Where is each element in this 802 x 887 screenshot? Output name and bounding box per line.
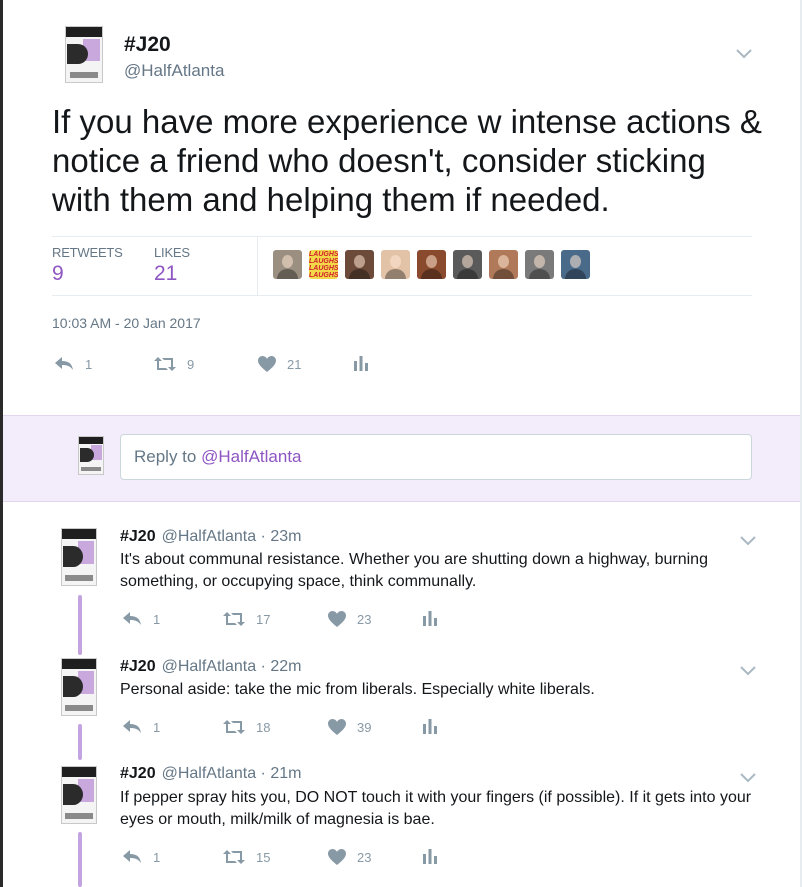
- retweet-button[interactable]: 17: [222, 610, 270, 628]
- reply-author-name[interactable]: #J20: [120, 528, 156, 545]
- reply-icon: [123, 720, 141, 733]
- like-button[interactable]: 21: [257, 355, 301, 373]
- reply-author-name[interactable]: #J20: [120, 765, 156, 782]
- like-button[interactable]: 23: [327, 610, 371, 628]
- author-name[interactable]: #J20: [124, 33, 171, 57]
- retweet-icon: [223, 850, 245, 864]
- reply-author-handle[interactable]: @HalfAtlanta · 23m: [162, 528, 302, 545]
- like-button[interactable]: 39: [327, 718, 371, 736]
- liker-avatar[interactable]: [561, 250, 590, 279]
- liker-avatar[interactable]: [525, 250, 554, 279]
- thread-line: [78, 832, 82, 887]
- analytics-button[interactable]: [422, 610, 438, 626]
- like-count: 21: [287, 356, 302, 372]
- reply-avatar[interactable]: [61, 658, 97, 716]
- analytics-button[interactable]: [422, 718, 438, 734]
- analytics-button[interactable]: [422, 848, 438, 864]
- retweet-icon: [223, 612, 245, 626]
- liker-avatar[interactable]: [273, 250, 302, 279]
- liker-avatar[interactable]: [489, 250, 518, 279]
- like-count: 39: [357, 719, 372, 735]
- author-handle[interactable]: @HalfAtlanta: [124, 61, 224, 81]
- retweet-button[interactable]: 18: [222, 718, 270, 736]
- analytics-icon: [423, 849, 437, 864]
- my-avatar[interactable]: [78, 436, 104, 475]
- reply-avatar[interactable]: [61, 528, 97, 586]
- reply-icon: [55, 357, 73, 370]
- retweet-icon: [154, 357, 176, 371]
- reply-count: 1: [153, 611, 161, 627]
- retweet-button[interactable]: 9: [153, 355, 194, 373]
- reply-header: #J20 @HalfAtlanta · 23m: [120, 528, 301, 546]
- reply-count: 1: [153, 849, 161, 865]
- chevron-down-icon[interactable]: [740, 661, 756, 679]
- thread-line: [78, 595, 82, 655]
- reply-input[interactable]: Reply to @HalfAtlanta: [120, 434, 752, 480]
- avatar[interactable]: [65, 26, 103, 83]
- reply-count: 1: [85, 356, 93, 372]
- like-count: 23: [357, 849, 372, 865]
- reply-text: It's about communal resistance. Whether …: [120, 551, 708, 590]
- analytics-button[interactable]: [353, 355, 369, 371]
- retweet-icon: [223, 720, 245, 734]
- reply-placeholder: Reply to: [134, 447, 202, 466]
- retweet-count: 15: [256, 849, 271, 865]
- liker-avatar[interactable]: [417, 250, 446, 279]
- reply-author-name[interactable]: #J20: [120, 658, 156, 675]
- laughs-text: LAUGHS LAUGHS LAUGHS LAUGHS: [309, 251, 338, 279]
- reply-button[interactable]: 1: [121, 848, 160, 866]
- like-button[interactable]: 23: [327, 848, 371, 866]
- stat-divider: [257, 237, 258, 295]
- reply-header: #J20 @HalfAtlanta · 22m: [120, 658, 301, 676]
- reply-mention: @HalfAtlanta: [201, 447, 302, 466]
- liker-avatar[interactable]: [453, 250, 482, 279]
- reply-button[interactable]: 1: [121, 610, 160, 628]
- thread-line: [78, 724, 82, 760]
- like-count: 23: [357, 611, 372, 627]
- likes-label: LIKES: [154, 245, 190, 260]
- reply-button[interactable]: 1: [53, 355, 92, 373]
- retweet-count: 9: [187, 356, 195, 372]
- divider: [52, 295, 752, 296]
- heart-icon: [328, 719, 346, 735]
- divider: [52, 236, 752, 237]
- reply-avatar[interactable]: [61, 766, 97, 824]
- reply-button[interactable]: 1: [121, 718, 160, 736]
- retweets-count[interactable]: 9: [52, 262, 64, 286]
- reply-icon: [123, 850, 141, 863]
- chevron-down-icon[interactable]: [740, 768, 756, 786]
- retweet-count: 17: [256, 611, 271, 627]
- reply-author-handle[interactable]: @HalfAtlanta · 21m: [162, 765, 302, 782]
- retweets-label: RETWEETS: [52, 245, 123, 260]
- heart-icon: [328, 611, 346, 627]
- reply-icon: [123, 612, 141, 625]
- reply-count: 1: [153, 719, 161, 735]
- reply-author-handle[interactable]: @HalfAtlanta · 22m: [162, 658, 302, 675]
- retweet-button[interactable]: 15: [222, 848, 270, 866]
- liker-avatar[interactable]: [381, 250, 410, 279]
- reply-header: #J20 @HalfAtlanta · 21m: [120, 765, 301, 783]
- heart-icon: [258, 356, 276, 372]
- liker-avatar[interactable]: LAUGHS LAUGHS LAUGHS LAUGHS: [309, 250, 338, 279]
- chevron-down-icon[interactable]: [736, 44, 752, 62]
- reply-text: Personal aside: take the mic from libera…: [120, 681, 595, 698]
- tweet-text: If you have more experience w intense ac…: [52, 103, 762, 218]
- reply-text: If pepper spray hits you, DO NOT touch i…: [120, 789, 752, 828]
- retweet-count: 18: [256, 719, 271, 735]
- heart-icon: [328, 849, 346, 865]
- timestamp[interactable]: 10:03 AM - 20 Jan 2017: [52, 315, 201, 331]
- chevron-down-icon[interactable]: [740, 531, 756, 549]
- analytics-icon: [423, 719, 437, 734]
- analytics-icon: [423, 611, 437, 626]
- likes-count[interactable]: 21: [154, 262, 177, 286]
- analytics-icon: [354, 356, 368, 371]
- liker-avatar[interactable]: [345, 250, 374, 279]
